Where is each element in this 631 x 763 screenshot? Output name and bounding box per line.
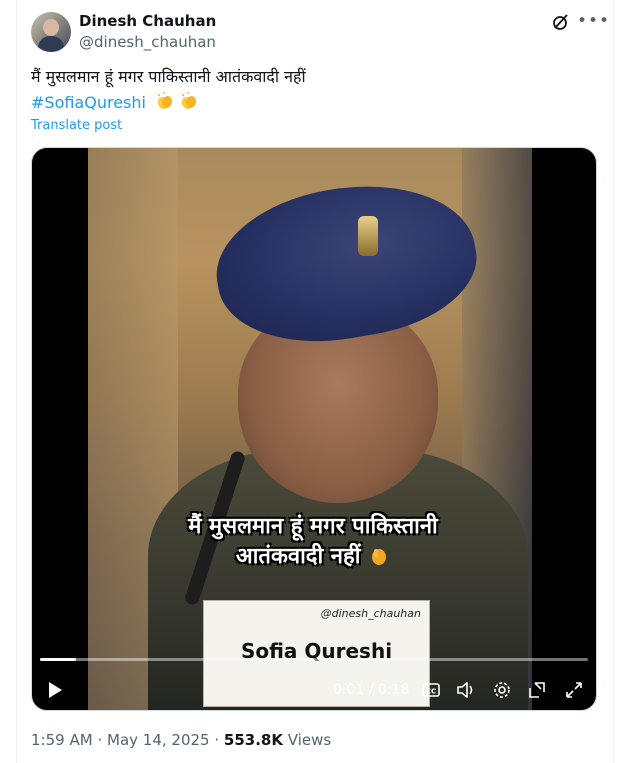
fullscreen-icon[interactable] <box>564 680 584 700</box>
post-time[interactable]: 1:59 AM <box>31 731 93 749</box>
clapping-hands-icon <box>179 91 199 111</box>
views-label: Views <box>287 731 332 749</box>
post-date[interactable]: May 14, 2025 <box>107 731 210 749</box>
clapping-hands-icon <box>155 91 175 111</box>
video-player[interactable]: मैं मुसलमान हूं मगर पाकिस्तानी आतंकवादी … <box>31 147 597 711</box>
views-count: 553.8K <box>223 731 283 749</box>
card-border-left <box>16 0 17 763</box>
translate-post-link[interactable]: Translate post <box>31 118 122 134</box>
progress-bar[interactable] <box>40 658 588 661</box>
captions-icon[interactable]: CC <box>421 680 441 700</box>
hashtag-link[interactable]: #SofiaQureshi <box>31 93 146 112</box>
settings-icon[interactable] <box>492 680 512 700</box>
pip-icon[interactable] <box>527 680 547 700</box>
beret <box>204 166 488 360</box>
avatar[interactable] <box>31 12 71 52</box>
beret-badge <box>358 216 378 256</box>
nameplate-handle: @dinesh_chauhan <box>320 607 421 620</box>
video-caption: मैं मुसलमान हूं मगर पाकिस्तानी आतंकवादी … <box>188 514 438 569</box>
svg-text:CC: CC <box>426 688 436 696</box>
volume-icon[interactable] <box>455 680 477 700</box>
grok-icon[interactable] <box>551 12 571 32</box>
hand-icon <box>368 545 390 567</box>
card-border-right <box>613 0 614 763</box>
video-frame: मैं मुसलमान हूं मगर पाकिस्तानी आतंकवादी … <box>88 148 532 710</box>
post-text: मैं मुसलमान हूं मगर पाकिस्तानी आतंकवादी … <box>31 67 306 86</box>
more-icon[interactable]: ••• <box>577 10 609 32</box>
time-display: 0:01 / 0:18 <box>333 682 410 698</box>
play-icon[interactable] <box>46 680 64 700</box>
post-meta: 1:59 AM · May 14, 2025 · 553.8K Views <box>31 730 331 750</box>
meta-separator: · <box>97 731 103 749</box>
progress-fill <box>40 658 76 661</box>
meta-separator: · <box>214 731 220 749</box>
author-name[interactable]: Dinesh Chauhan <box>79 12 216 30</box>
author-handle[interactable]: @dinesh_chauhan <box>79 33 216 51</box>
